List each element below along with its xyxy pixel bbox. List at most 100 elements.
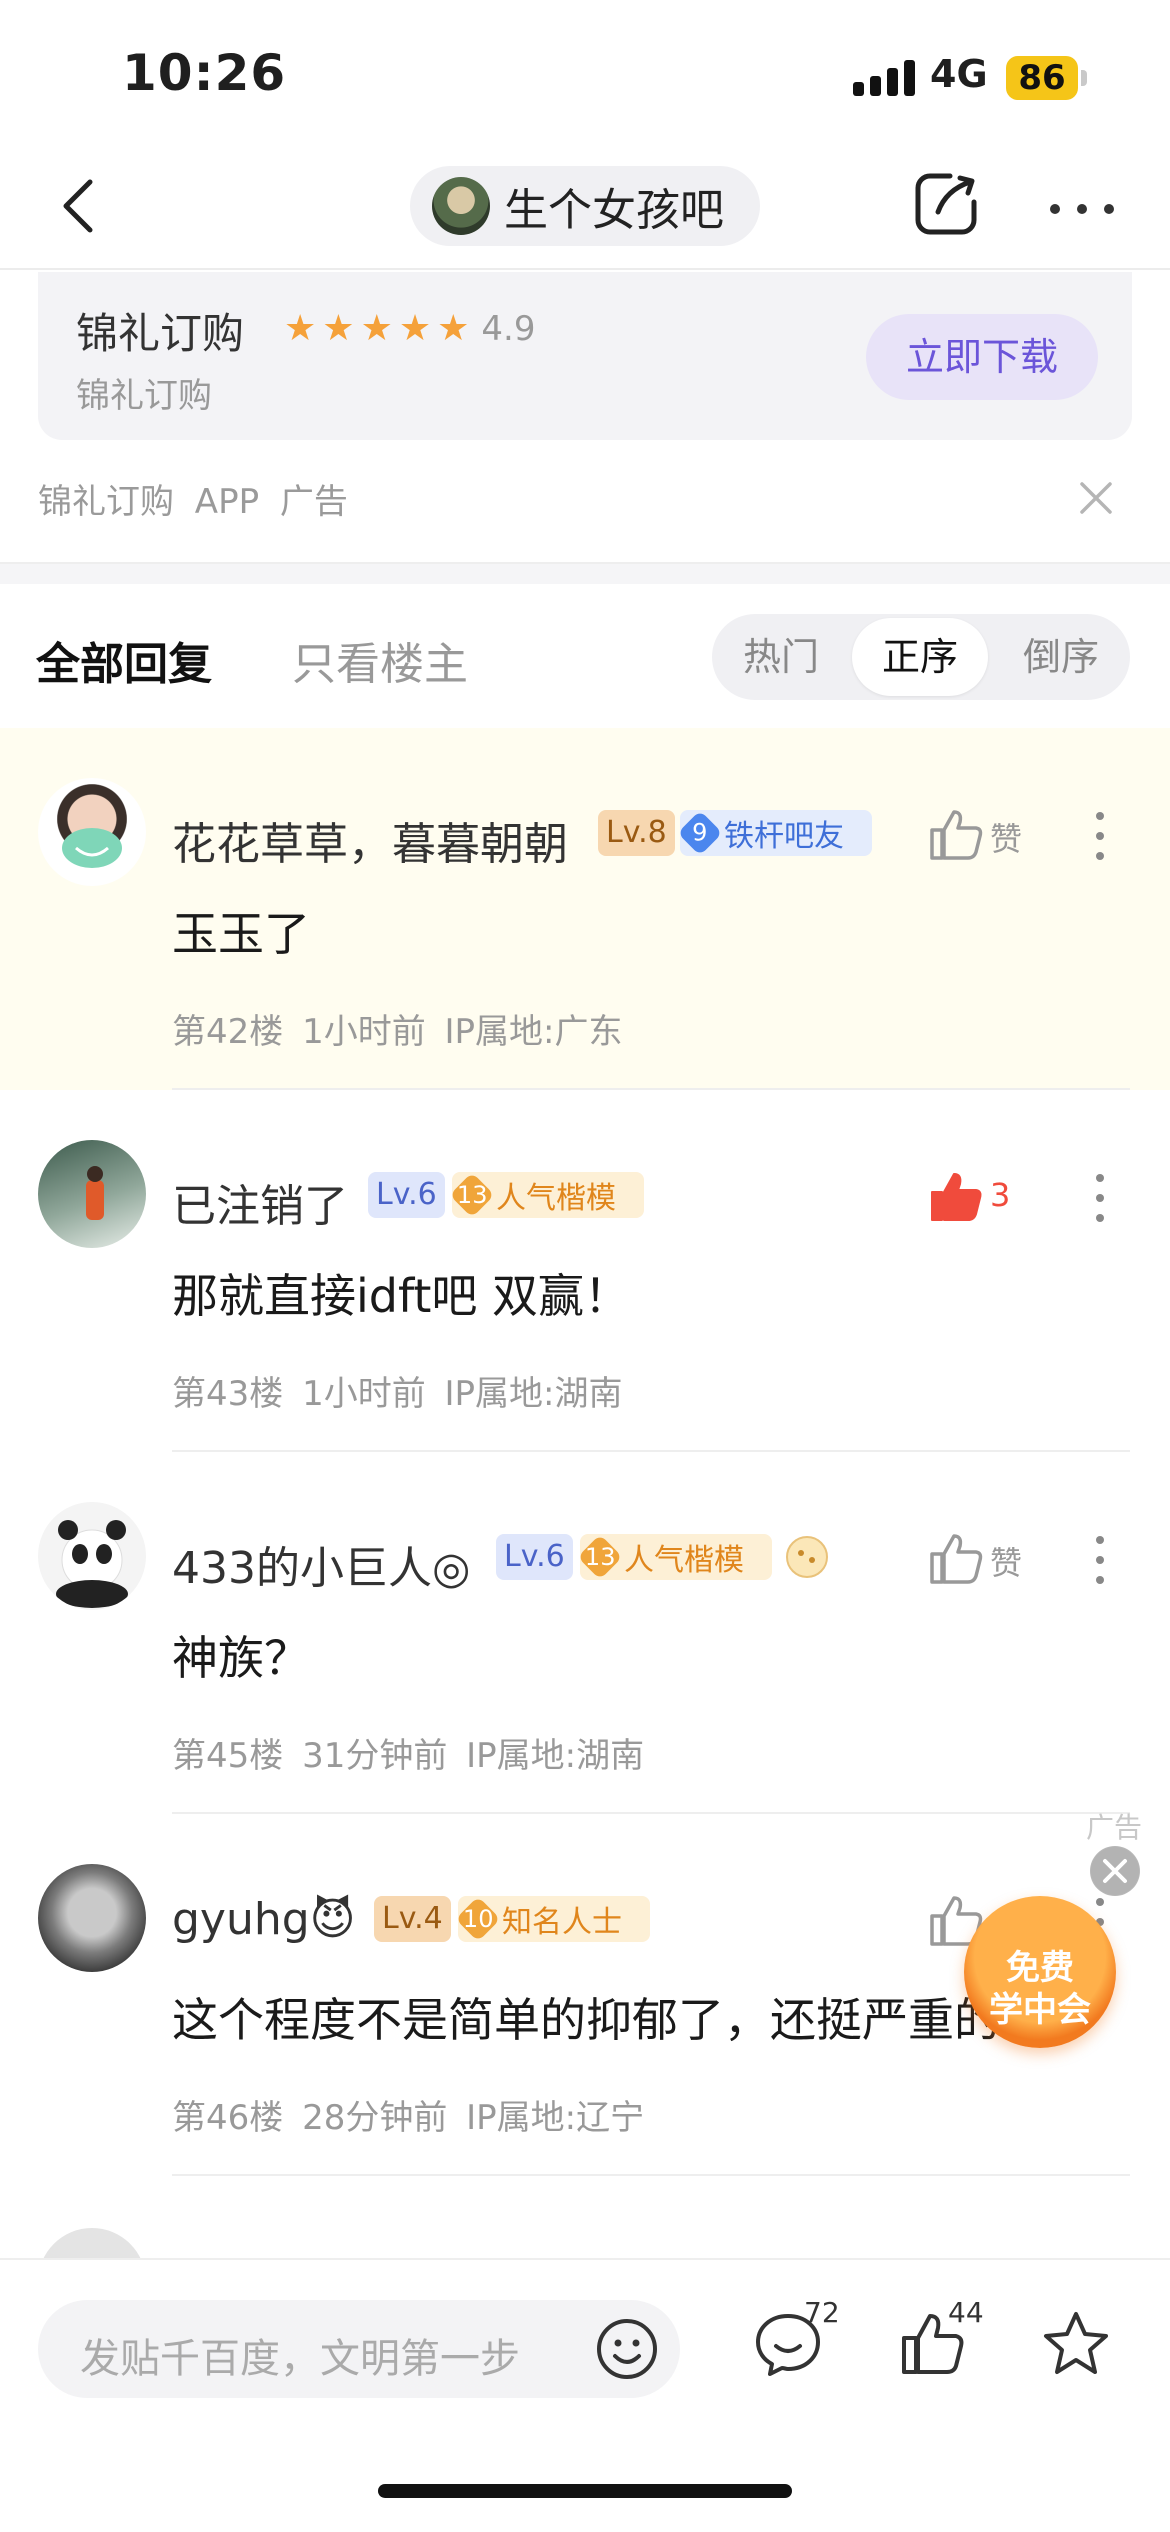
reply-placeholder: 发贴千百度，文明第一步 bbox=[80, 2336, 520, 2382]
thumbs-up-filled-icon[interactable] bbox=[926, 1166, 986, 1226]
forum-pill[interactable]: 生个女孩吧 bbox=[410, 166, 760, 246]
top-nav-bar: 生个女孩吧 bbox=[0, 150, 1170, 270]
section-separator bbox=[0, 562, 1170, 584]
avatar[interactable] bbox=[38, 1502, 146, 1610]
floor-number: 第45楼 bbox=[172, 1736, 284, 1776]
more-options-icon[interactable] bbox=[1050, 204, 1116, 214]
reply-meta: 第45楼 31分钟前 IP属地:湖南 bbox=[172, 1728, 644, 1777]
star-favorite-icon[interactable] bbox=[1040, 2308, 1112, 2380]
reply-time: 28分钟前 bbox=[302, 2098, 448, 2138]
divider bbox=[172, 2174, 1130, 2176]
member-badge: 9 铁杆吧友 bbox=[677, 810, 872, 856]
star-icon: ★ bbox=[398, 308, 432, 349]
level-badge: Lv.6 bbox=[496, 1534, 573, 1580]
avatar[interactable] bbox=[38, 778, 146, 886]
ad-subtitle: 锦礼订购 bbox=[76, 376, 212, 416]
sort-ascending[interactable]: 正序 bbox=[852, 618, 988, 696]
member-badge: 13 人气楷模 bbox=[577, 1534, 772, 1580]
back-arrow-icon[interactable] bbox=[50, 176, 110, 236]
float-ad-label: 广告 bbox=[1086, 1811, 1143, 1844]
level-badge: Lv.8 bbox=[598, 810, 675, 856]
tab-all-replies[interactable]: 全部回复 bbox=[36, 628, 212, 692]
comment-count: 72 bbox=[804, 2296, 840, 2329]
member-badge: 10 知名人士 bbox=[455, 1896, 650, 1942]
badge-label: 人气楷模 bbox=[624, 1543, 744, 1578]
status-time: 10:26 bbox=[122, 44, 287, 102]
float-ad-badge[interactable]: 免费 学中会 bbox=[964, 1896, 1116, 2048]
star-icon: ★ bbox=[322, 308, 355, 349]
reply-time: 31分钟前 bbox=[302, 1736, 448, 1776]
badge-label: 人气楷模 bbox=[496, 1181, 616, 1216]
share-icon[interactable] bbox=[910, 168, 982, 240]
thumbs-up-icon[interactable] bbox=[926, 1528, 986, 1588]
reply-item[interactable]: 433的小巨人◎ Lv.6 13 人气楷模 赞 神族？ 第45楼 31分钟前 I… bbox=[0, 1452, 1170, 1814]
reply-input[interactable]: 发贴千百度，文明第一步 bbox=[38, 2300, 680, 2398]
like-label[interactable]: 赞 bbox=[990, 814, 1022, 860]
reply-more-icon[interactable] bbox=[1096, 1174, 1106, 1222]
ad-rating: ★ ★ ★ ★ ★ 4.9 bbox=[284, 308, 535, 349]
like-count: 44 bbox=[948, 2296, 984, 2329]
reply-content: 玉玉了 bbox=[172, 907, 310, 961]
level-badge: Lv.6 bbox=[368, 1172, 445, 1218]
floor-number: 第46楼 bbox=[172, 2098, 284, 2138]
ip-location: IP属地:辽宁 bbox=[466, 2098, 645, 2138]
reply-meta: 第46楼 28分钟前 IP属地:辽宁 bbox=[172, 2090, 644, 2139]
floor-number: 第43楼 bbox=[172, 1374, 284, 1414]
reply-time: 1小时前 bbox=[302, 1374, 426, 1414]
close-icon[interactable] bbox=[1076, 478, 1116, 518]
avatar[interactable] bbox=[38, 1140, 146, 1248]
username[interactable]: 花花草草，暮暮朝朝 bbox=[172, 808, 568, 872]
thread-page: 10:26 4G 86 生个女孩吧 锦礼订购 ★ ★ ★ ★ ★ 4.9 锦礼订… bbox=[0, 0, 1170, 2532]
sort-descending[interactable]: 倒序 bbox=[996, 614, 1126, 700]
ad-card[interactable]: 锦礼订购 ★ ★ ★ ★ ★ 4.9 锦礼订购 立即下载 bbox=[38, 272, 1132, 440]
reply-tabs: 全部回复 只看楼主 热门 正序 倒序 bbox=[0, 584, 1170, 726]
close-icon[interactable] bbox=[1090, 1846, 1140, 1896]
signal-icon bbox=[853, 60, 915, 96]
battery-icon: 86 bbox=[1006, 56, 1078, 100]
tab-op-only[interactable]: 只看楼主 bbox=[292, 628, 468, 692]
reply-item[interactable]: 已注销了 Lv.6 13 人气楷模 3 那就直接idft吧 双赢！ 第43楼 1… bbox=[0, 1090, 1170, 1452]
star-icon: ★ bbox=[284, 308, 317, 349]
ad-title: 锦礼订购 bbox=[76, 309, 245, 358]
float-ad-line2: 学中会 bbox=[989, 1990, 1091, 2030]
download-button[interactable]: 立即下载 bbox=[866, 314, 1098, 400]
reply-more-icon[interactable] bbox=[1096, 1536, 1106, 1584]
ad-meta: 锦礼订购 APP 广告 bbox=[38, 482, 348, 522]
badge-label: 铁杆吧友 bbox=[724, 819, 844, 854]
badge-icon: 13 bbox=[577, 1534, 623, 1580]
reply-content: 神族？ bbox=[172, 1631, 310, 1685]
home-indicator bbox=[378, 2484, 792, 2498]
sort-hot[interactable]: 热门 bbox=[716, 614, 846, 700]
like-label[interactable]: 赞 bbox=[990, 1538, 1022, 1584]
network-type: 4G bbox=[930, 52, 988, 96]
username[interactable]: 433的小巨人◎ bbox=[172, 1532, 470, 1596]
username[interactable]: gyuhg😈 bbox=[172, 1894, 356, 1945]
forum-avatar bbox=[432, 177, 490, 235]
floor-number: 第42楼 bbox=[172, 1012, 284, 1052]
status-bar: 10:26 4G 86 bbox=[0, 0, 1170, 150]
sort-segmented-control: 热门 正序 倒序 bbox=[712, 614, 1130, 700]
reply-item[interactable]: 花花草草，暮暮朝朝 Lv.8 9 铁杆吧友 赞 玉玉了 第42楼 1小时前 IP… bbox=[0, 728, 1170, 1090]
badge-icon: 9 bbox=[677, 810, 723, 856]
reply-time: 1小时前 bbox=[302, 1012, 426, 1052]
badge-label: 知名人士 bbox=[502, 1905, 622, 1940]
avatar[interactable] bbox=[38, 1864, 146, 1972]
ip-location: IP属地:湖南 bbox=[444, 1374, 623, 1414]
level-badge: Lv.4 bbox=[374, 1896, 451, 1942]
reply-more-icon[interactable] bbox=[1096, 812, 1106, 860]
member-badge: 13 人气楷模 bbox=[449, 1172, 644, 1218]
battery-tip bbox=[1081, 70, 1087, 86]
reply-meta: 第43楼 1小时前 IP属地:湖南 bbox=[172, 1366, 623, 1415]
username[interactable]: 已注销了 bbox=[172, 1170, 348, 1234]
reply-meta: 第42楼 1小时前 IP属地:广东 bbox=[172, 1004, 623, 1053]
reply-content: 那就直接idft吧 双赢！ bbox=[172, 1269, 631, 1323]
badge-icon: 10 bbox=[455, 1896, 501, 1942]
ip-location: IP属地:湖南 bbox=[466, 1736, 645, 1776]
star-icon: ★ bbox=[437, 308, 470, 349]
thumbs-up-icon[interactable] bbox=[926, 804, 986, 864]
ad-rating-value: 4.9 bbox=[481, 308, 536, 349]
ip-location: IP属地:广东 bbox=[444, 1012, 623, 1052]
emoji-icon[interactable] bbox=[594, 2316, 660, 2382]
like-count[interactable]: 3 bbox=[990, 1176, 1010, 1214]
forum-name: 生个女孩吧 bbox=[504, 185, 724, 236]
